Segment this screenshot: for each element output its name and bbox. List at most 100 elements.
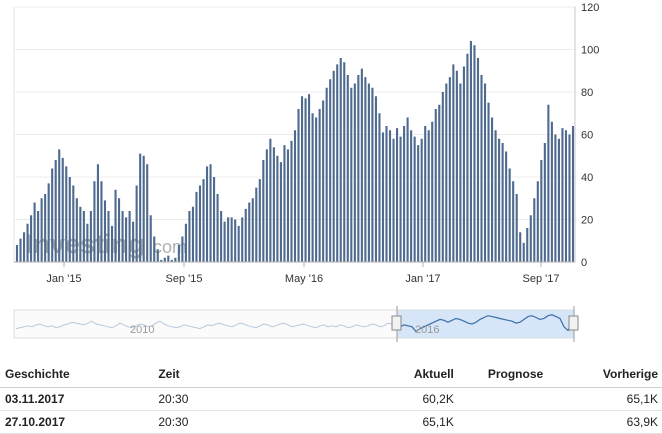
row-actual: 60,2K [353, 387, 458, 411]
bar [269, 138, 272, 262]
col-header-previous[interactable]: Vorherige [598, 361, 662, 388]
bar [272, 147, 275, 262]
chart-area: Investing .com 0 20 40 60 80 100 120 Jan '15 Se… [0, 0, 662, 345]
col-header-date[interactable]: Geschichte [0, 361, 155, 388]
bar [462, 66, 465, 262]
bar [473, 45, 476, 262]
row-date: 27.10.2017 [0, 410, 155, 434]
bar [121, 211, 124, 262]
bar [483, 83, 487, 262]
bar [491, 117, 494, 262]
bar [413, 136, 416, 263]
bar [153, 236, 156, 262]
bar [19, 238, 22, 263]
navigator-label-2016: 2016 [415, 324, 439, 336]
bar [54, 160, 57, 262]
bar [445, 83, 448, 262]
bar [487, 102, 490, 263]
col-header-time[interactable]: Zeit [154, 361, 354, 388]
bar [37, 211, 40, 262]
table-row: 27.10.2017 20:30 65,1K 63,9K [0, 410, 662, 434]
bar [526, 228, 529, 262]
bar [448, 77, 451, 263]
bar [515, 194, 518, 262]
bar [406, 117, 409, 262]
bar [290, 140, 293, 263]
bar [374, 96, 377, 262]
bar [132, 221, 135, 263]
bar [30, 215, 33, 262]
col-header-actual[interactable]: Aktuell [353, 361, 458, 388]
bar [26, 223, 29, 262]
bar [276, 155, 279, 262]
bar [325, 87, 328, 262]
bar [385, 126, 388, 262]
x-tick-label: Sep '17 [523, 273, 560, 285]
bar [89, 211, 92, 262]
bar [550, 121, 553, 262]
row-previous: 65,1K [598, 387, 662, 411]
bar [202, 179, 205, 263]
col-header-forecast[interactable]: Prognose [457, 361, 599, 388]
bar [476, 58, 480, 262]
bar [241, 217, 244, 263]
bar [205, 166, 209, 263]
bar [44, 194, 47, 262]
bar [322, 100, 325, 262]
row-forecast [457, 410, 599, 434]
bar [262, 160, 265, 262]
table-header-row: Geschichte Zeit Aktuell Prognose Vorheri… [0, 361, 662, 388]
bar [332, 70, 335, 262]
bar [315, 117, 318, 262]
bar [533, 198, 536, 262]
y-tick-label: 100 [581, 45, 599, 57]
x-tick-label: Jan '17 [405, 273, 440, 285]
y-tick-label: 80 [581, 87, 593, 99]
x-tick-label: Sep '15 [166, 273, 203, 285]
navigator-handle-left[interactable] [391, 315, 402, 331]
y-tick-label: 120 [581, 2, 599, 14]
bar [79, 206, 82, 262]
bar [564, 130, 568, 262]
bar [216, 194, 219, 262]
bar [181, 236, 184, 262]
row-date: 03.11.2017 [0, 387, 155, 411]
bar [395, 128, 399, 263]
bar [191, 206, 194, 262]
bar [378, 113, 381, 262]
bar [220, 211, 223, 262]
bar [65, 166, 68, 263]
range-navigator[interactable]: 2010 2016 [13, 306, 579, 342]
bar [381, 132, 385, 263]
bar [198, 185, 202, 262]
bar [177, 245, 180, 262]
bar [360, 68, 363, 263]
x-tick-label: Jan '15 [46, 273, 81, 285]
bar [403, 126, 406, 262]
bar [311, 113, 314, 262]
bar [466, 53, 469, 262]
bar [61, 157, 64, 263]
bar [265, 149, 268, 263]
navigator-handle-right[interactable] [568, 315, 579, 331]
bar [51, 168, 54, 262]
bar [188, 211, 191, 262]
bar [58, 149, 61, 263]
bar [350, 87, 353, 262]
bar [234, 219, 237, 262]
bar [163, 257, 166, 262]
bar [343, 62, 346, 262]
bar [427, 130, 430, 262]
bar [244, 208, 247, 263]
bar [128, 211, 131, 262]
bar [571, 126, 575, 262]
bar [353, 83, 356, 262]
bar [258, 179, 261, 263]
row-previous: 63,9K [598, 410, 662, 434]
bar [125, 217, 128, 263]
bar [135, 185, 138, 262]
bar [339, 58, 342, 262]
bar [230, 217, 233, 263]
y-axis-ticks: 0 20 40 60 80 100 120 [581, 2, 599, 269]
bar [297, 109, 300, 262]
